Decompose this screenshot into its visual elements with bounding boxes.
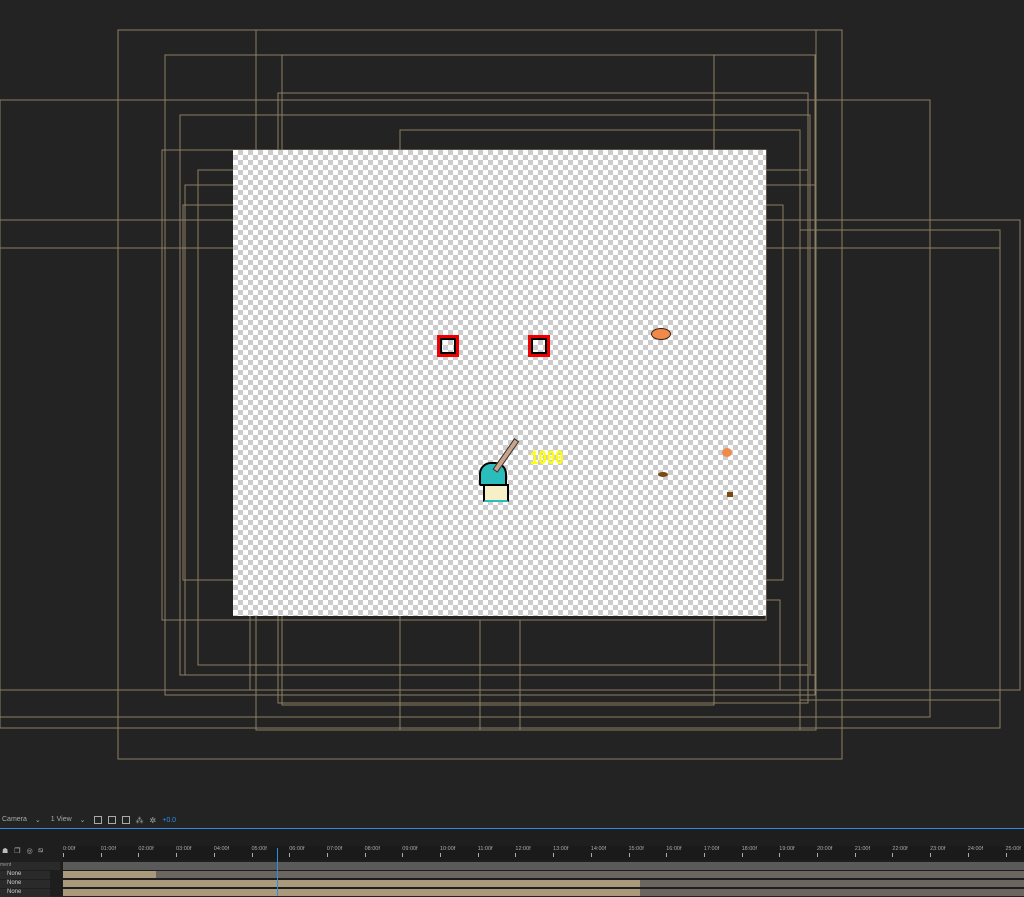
time-tick-label: 03:00f — [176, 846, 192, 857]
time-tick-label: 11:00f — [477, 846, 493, 857]
time-tick-label: 0:00f — [63, 846, 76, 857]
layer-row[interactable]: None — [0, 871, 1024, 879]
flowchart-icon[interactable]: ⁂ — [136, 816, 144, 825]
camera-dropdown[interactable]: Camera ⌄ — [0, 816, 43, 824]
target-box — [437, 335, 459, 357]
meat-sprite — [651, 328, 671, 340]
debris-sprite — [658, 472, 668, 477]
meat-sprite — [722, 448, 732, 457]
time-tick-label: 20:00f — [817, 846, 833, 857]
time-ruler[interactable]: 0:00f 01:00f 02:00f 03:00f 04:00f 05:00f 06:00… — [63, 846, 1024, 860]
score-popup: 1000 — [530, 448, 564, 471]
time-tick-label: 18:00f — [741, 846, 757, 857]
composition-canvas[interactable]: 1000 — [233, 150, 766, 616]
toggle-view-icon[interactable] — [93, 816, 102, 824]
time-tick-label: 05:00f — [251, 846, 267, 857]
time-tick-label: 23:00f — [930, 846, 946, 857]
viewer-toolbar: Camera ⌄ 1 View ⌄ ⁂ ✲ +0.0 — [0, 812, 1024, 828]
target-box — [528, 335, 550, 357]
time-tick-label: 14:00f — [590, 846, 607, 857]
time-tick-label: 07:00f — [326, 846, 343, 857]
time-tick-label: 22:00f — [892, 846, 908, 857]
frame-blend-icon[interactable]: ❐ — [14, 847, 20, 855]
time-tick-label: 08:00f — [364, 846, 380, 857]
time-tick-label: 16:00f — [666, 846, 682, 857]
graph-editor-icon[interactable]: ⧅ — [39, 847, 43, 855]
time-tick-label: 17:00f — [703, 846, 720, 857]
current-time-indicator[interactable] — [277, 848, 278, 896]
work-area-bar[interactable] — [63, 862, 1024, 870]
time-tick-label: 04:00f — [213, 846, 230, 857]
time-tick-label: 19:00f — [779, 846, 795, 857]
exposure-icon[interactable]: ✲ — [150, 816, 157, 825]
layer-row[interactable]: None — [0, 880, 1024, 888]
time-tick-label: 06:00f — [289, 846, 305, 857]
view-layout-dropdown[interactable]: 1 View ⌄ — [49, 816, 88, 824]
time-tick-label: 02:00f — [138, 846, 154, 857]
time-tick-label: 01:00f — [100, 846, 116, 857]
layer-bar[interactable] — [63, 871, 156, 878]
debris-sprite — [727, 492, 733, 497]
draft-3d-icon[interactable] — [107, 816, 116, 824]
time-tick-label: 21:00f — [854, 846, 870, 857]
parent-dropdown[interactable]: None — [0, 871, 50, 879]
layer-bar[interactable] — [63, 889, 640, 896]
time-tick-label: 09:00f — [402, 846, 418, 857]
time-tick-label: 25:00f — [1005, 846, 1021, 857]
column-header: ment — [0, 862, 60, 870]
shy-layers-icon[interactable]: ☗ — [2, 847, 8, 855]
time-tick-label: 24:00f — [967, 846, 984, 857]
layer-bar[interactable] — [63, 880, 640, 887]
time-tick-label: 13:00f — [553, 846, 569, 857]
snapshot-icon[interactable] — [121, 816, 130, 824]
time-tick-label: 10:00f — [440, 846, 456, 857]
composition-viewer[interactable]: 1000 — [0, 0, 1024, 810]
exposure-value[interactable]: +0.0 — [162, 817, 176, 824]
player-sprite — [479, 462, 507, 486]
time-tick-label: 12:00f — [515, 846, 531, 857]
motion-blur-icon[interactable]: ◎ — [27, 847, 33, 855]
player-body — [483, 484, 509, 502]
gun-sprite — [492, 438, 520, 473]
parent-dropdown[interactable]: None — [0, 880, 50, 888]
time-tick-label: 15:00f — [628, 846, 644, 857]
